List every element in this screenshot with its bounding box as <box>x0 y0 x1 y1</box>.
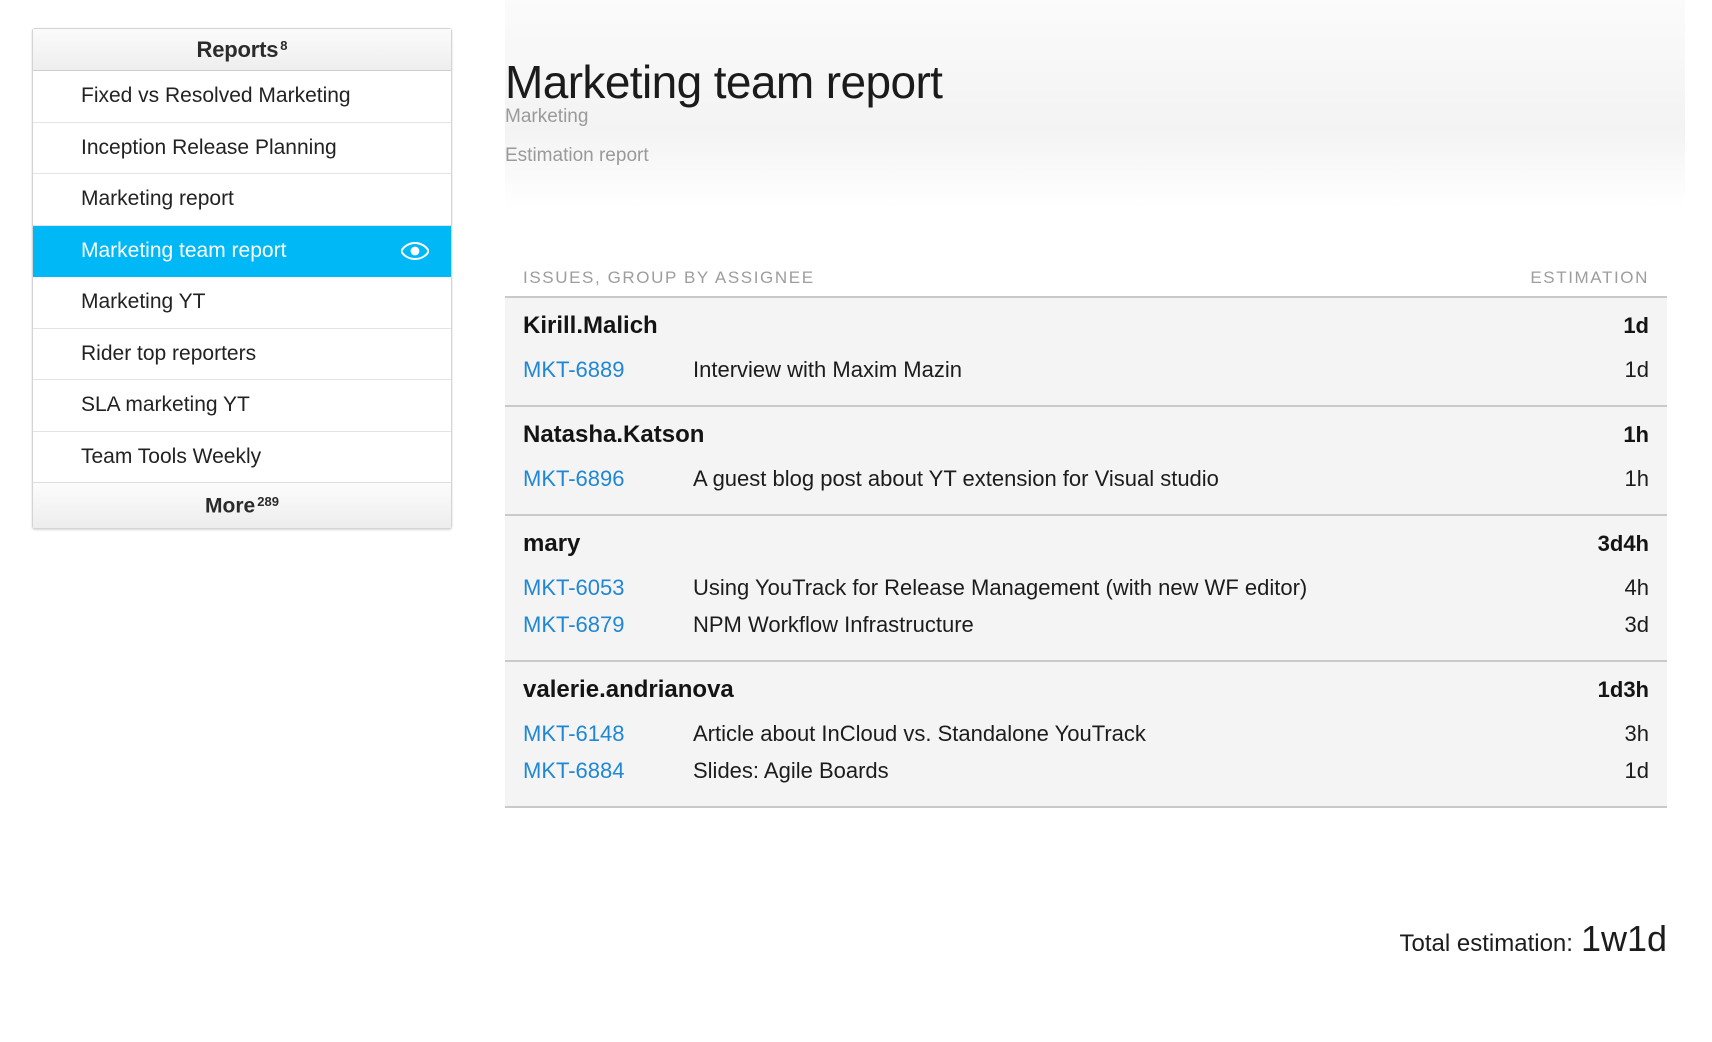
assignee-name: valerie.andrianova <box>523 676 734 703</box>
sidebar-header: Reports 8 <box>33 29 451 71</box>
sidebar-item-label: SLA marketing YT <box>81 393 250 417</box>
issue-row-left: MKT-6896 A guest blog post about YT exten… <box>523 466 1219 492</box>
issue-estimation: 1d <box>1624 758 1649 783</box>
assignee-group-header: valerie.andrianova 1d3h <box>523 676 1649 716</box>
assignee-group-estimation: 3d4h <box>1597 531 1649 556</box>
issue-summary: Slides: Agile Boards <box>693 758 889 783</box>
report-project: Marketing <box>505 106 589 127</box>
assignee-group-estimation: 1h <box>1623 422 1649 447</box>
assignee-group: valerie.andrianova 1d3h MKT-6148 Article ab… <box>505 662 1667 808</box>
issue-estimation: 4h <box>1624 575 1649 600</box>
eye-icon[interactable] <box>401 241 429 260</box>
total-estimation-value: 1w1d <box>1580 918 1667 959</box>
sidebar-more-count: 289 <box>257 493 279 509</box>
sidebar-header-title: Reports 8 <box>197 37 288 63</box>
sidebar-item-marketing-yt[interactable]: Marketing YT <box>33 277 451 329</box>
assignee-group-estimation: 1d3h <box>1597 677 1649 702</box>
issue-row-left: MKT-6053 Using YouTrack for Release Manag… <box>523 575 1307 601</box>
report-list: Fixed vs Resolved Marketing Inception Rel… <box>33 71 451 482</box>
total-estimation-label: Total estimation: <box>1399 930 1573 957</box>
issue-row-left: MKT-6884 Slides: Agile Boards <box>523 758 889 784</box>
issue-row-left: MKT-6889 Interview with Maxim Mazin <box>523 357 962 383</box>
sidebar-item-sla-marketing-yt[interactable]: SLA marketing YT <box>33 380 451 432</box>
issue-id-link[interactable]: MKT-6884 <box>523 758 693 784</box>
sidebar-item-inception-release-planning[interactable]: Inception Release Planning <box>33 123 451 175</box>
sidebar-item-team-tools-weekly[interactable]: Team Tools Weekly <box>33 432 451 483</box>
issue-row[interactable]: MKT-6884 Slides: Agile Boards 1d <box>523 753 1649 790</box>
sidebar-more-button[interactable]: More 289 <box>33 482 451 529</box>
total-estimation-bar: Total estimation: 1w1d <box>505 918 1667 960</box>
sidebar-item-marketing-team-report[interactable]: Marketing team report <box>33 225 451 278</box>
sidebar-item-label: Inception Release Planning <box>81 135 337 159</box>
sidebar-item-rider-top-reporters[interactable]: Rider top reporters <box>33 329 451 381</box>
issue-summary: Using YouTrack for Release Management (w… <box>693 575 1308 600</box>
report-header: Marketing team report Marketing Estimati… <box>505 0 1685 208</box>
page-title: Marketing team report <box>505 55 943 108</box>
sidebar-item-label: Marketing YT <box>81 290 206 314</box>
sidebar-item-label: Marketing report <box>81 187 234 211</box>
assignee-name: Kirill.Malich <box>523 312 658 339</box>
assignee-name: Natasha.Katson <box>523 421 705 448</box>
table-body: Kirill.Malich 1d MKT-6889 Interview with Ma… <box>505 296 1667 808</box>
issue-summary: A guest blog post about YT extension for… <box>693 466 1219 491</box>
report-main: Marketing team report Marketing Estimati… <box>505 0 1712 1042</box>
assignee-name: mary <box>523 530 581 557</box>
issue-row[interactable]: MKT-6896 A guest blog post about YT exten… <box>523 461 1649 498</box>
issue-id-link[interactable]: MKT-6148 <box>523 721 693 747</box>
issue-id-link[interactable]: MKT-6879 <box>523 612 693 638</box>
sidebar-item-label: Marketing team report <box>81 238 287 262</box>
issue-id-link[interactable]: MKT-6053 <box>523 575 693 601</box>
column-header-issues: ISSUES, GROUP BY ASSIGNEE <box>523 268 815 287</box>
column-header-estimation: ESTIMATION <box>1530 268 1649 287</box>
sidebar-title-text: Reports <box>196 36 279 62</box>
issue-row[interactable]: MKT-6879 NPM Workflow Infrastructure 3d <box>523 607 1649 644</box>
sidebar-title-count: 8 <box>280 38 288 54</box>
assignee-group-estimation: 1d <box>1623 313 1649 338</box>
issue-row-left: MKT-6879 NPM Workflow Infrastructure <box>523 612 974 638</box>
issue-row[interactable]: MKT-6148 Article about InCloud vs. Standa… <box>523 716 1649 753</box>
table-header-row: ISSUES, GROUP BY ASSIGNEE ESTIMATION <box>505 268 1667 296</box>
assignee-group: mary 3d4h MKT-6053 Using YouTrack for Relea… <box>505 516 1667 662</box>
sidebar-item-label: Fixed vs Resolved Marketing <box>81 84 351 107</box>
assignee-group-header: mary 3d4h <box>523 530 1649 570</box>
issue-summary: Interview with Maxim Mazin <box>693 357 962 382</box>
report-table: ISSUES, GROUP BY ASSIGNEE ESTIMATION Kir… <box>505 268 1667 808</box>
issue-estimation: 3d <box>1624 612 1649 637</box>
assignee-group-header: Natasha.Katson 1h <box>523 421 1649 461</box>
issue-id-link[interactable]: MKT-6896 <box>523 466 693 492</box>
issue-row[interactable]: MKT-6889 Interview with Maxim Mazin 1d <box>523 352 1649 389</box>
reports-sidebar: Reports 8 Fixed vs Resolved Marketing Ince… <box>32 28 452 530</box>
assignee-group-header: Kirill.Malich 1d <box>523 312 1649 352</box>
assignee-group: Natasha.Katson 1h MKT-6896 A guest blog pos… <box>505 407 1667 516</box>
sidebar-item-label: Team Tools Weekly <box>81 444 262 468</box>
issue-estimation: 1d <box>1624 357 1649 382</box>
report-type: Estimation report <box>505 145 649 166</box>
issue-summary: NPM Workflow Infrastructure <box>693 612 974 637</box>
issue-row[interactable]: MKT-6053 Using YouTrack for Release Manag… <box>523 570 1649 607</box>
sidebar-item-fixed-vs-resolved-marketing[interactable]: Fixed vs Resolved Marketing <box>33 71 451 123</box>
issue-estimation: 3h <box>1624 721 1649 746</box>
sidebar-more-inner: More 289 <box>205 494 279 518</box>
issue-id-link[interactable]: MKT-6889 <box>523 357 693 383</box>
assignee-group: Kirill.Malich 1d MKT-6889 Interview with Ma… <box>505 298 1667 407</box>
issue-summary: Article about InCloud vs. Standalone You… <box>693 721 1146 746</box>
issue-estimation: 1h <box>1624 466 1649 491</box>
sidebar-item-marketing-report[interactable]: Marketing report <box>33 174 451 226</box>
sidebar-more-label: More <box>205 494 256 518</box>
sidebar-item-label: Rider top reporters <box>81 341 257 365</box>
issue-row-left: MKT-6148 Article about InCloud vs. Standa… <box>523 721 1146 747</box>
